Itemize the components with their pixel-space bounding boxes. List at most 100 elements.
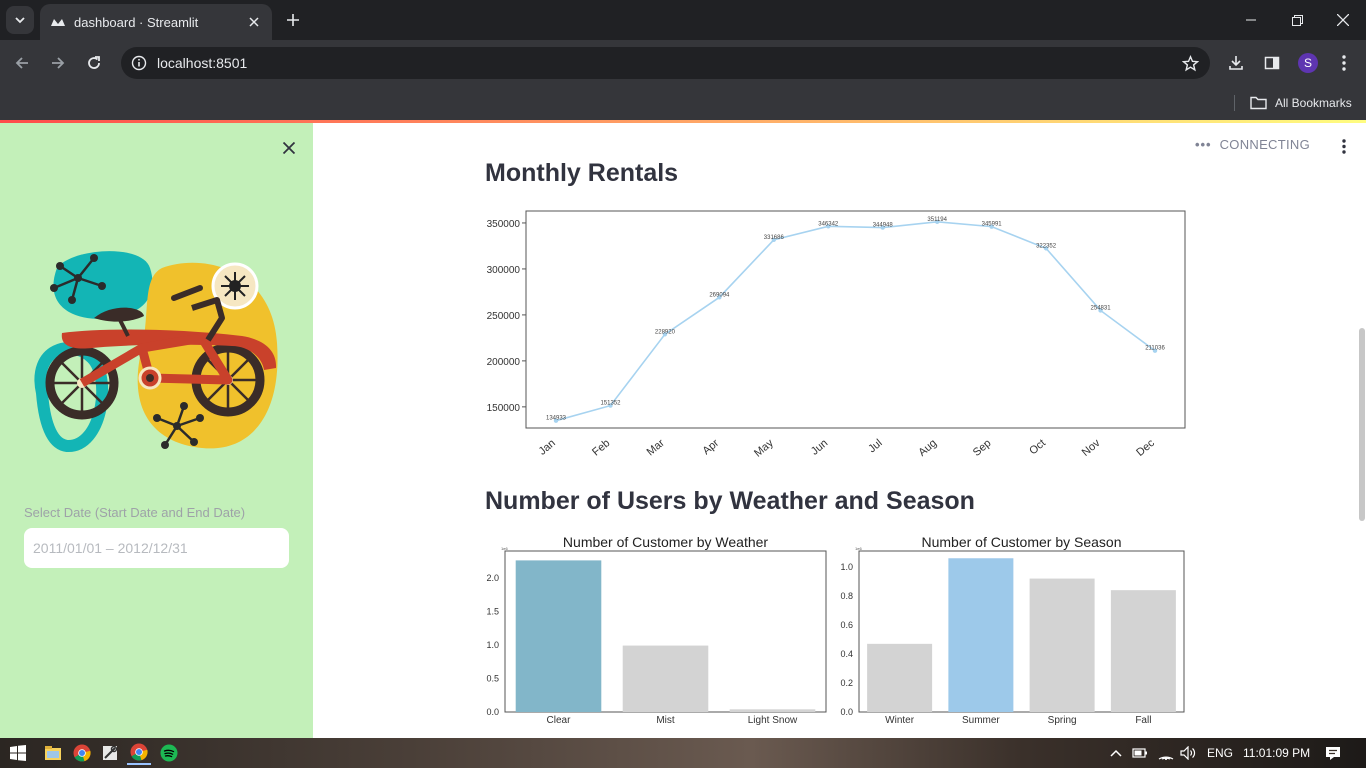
- arrow-right-icon: [52, 57, 65, 69]
- data-value-label: 351194: [927, 217, 947, 223]
- forward-button[interactable]: [44, 49, 72, 77]
- close-icon: [283, 142, 295, 154]
- wifi-tray-icon[interactable]: [1158, 738, 1174, 768]
- x-tick-label: Oct: [1027, 437, 1048, 457]
- windows-logo-icon: [10, 745, 26, 761]
- side-panel-icon: [1264, 56, 1280, 70]
- x-tick-label: Winter: [885, 715, 915, 726]
- wifi-icon: [1158, 756, 1174, 760]
- address-bar[interactable]: localhost:8501: [121, 47, 1210, 79]
- status-dots-icon: •••: [1194, 137, 1212, 152]
- x-tick-label: Summer: [962, 715, 1000, 726]
- y-tick-label: 1.0: [486, 640, 499, 650]
- y-tick-label: 150000: [487, 403, 521, 414]
- x-tick-label: Feb: [590, 437, 612, 458]
- sidebar: Select Date (Start Date and End Date) 20…: [0, 123, 313, 738]
- date-range-label: Select Date (Start Date and End Date): [24, 505, 246, 520]
- show-hidden-icons-button[interactable]: [1110, 738, 1122, 768]
- bar: [515, 560, 602, 712]
- close-window-button[interactable]: [1320, 0, 1366, 40]
- clock[interactable]: 11:01:09 PM: [1243, 738, 1310, 768]
- monthly-rentals-heading: Monthly Rentals: [485, 159, 679, 187]
- all-bookmarks-button[interactable]: All Bookmarks: [1250, 92, 1352, 114]
- downloads-button[interactable]: [1222, 49, 1250, 77]
- browser-tab-bar: dashboard · Streamlit: [0, 0, 1366, 40]
- y-scale-label: 1e6: [855, 546, 862, 551]
- users-weather-season-heading: Number of Users by Weather and Season: [485, 487, 975, 515]
- x-tick-label: Mar: [645, 437, 667, 459]
- back-button[interactable]: [8, 49, 36, 77]
- file-explorer-icon: [45, 746, 61, 760]
- weather-bar-chart: Number of Customer by Weather 1e6 0.0 0.5 1.…: [486, 534, 827, 726]
- y-tick-label: 0.4: [840, 649, 853, 659]
- x-tick-label: Mist: [656, 715, 675, 726]
- battery-tray-icon[interactable]: [1132, 738, 1148, 768]
- file-explorer-taskbar-item[interactable]: [41, 741, 65, 765]
- y-scale-label: 1e6: [501, 546, 508, 551]
- tab-close-icon[interactable]: [244, 12, 264, 32]
- monthly-rentals-chart: 150000 200000 250000 300000 350000 134933 Jan 1…: [487, 210, 1186, 460]
- data-value-label: 346342: [818, 221, 839, 227]
- page-scrollbar[interactable]: [1359, 328, 1365, 521]
- plus-icon: [287, 14, 299, 26]
- x-tick-label: Clear: [547, 715, 572, 726]
- app-menu-button[interactable]: [1335, 135, 1353, 157]
- notifications-button[interactable]: [1325, 738, 1341, 768]
- sidebar-close-button[interactable]: [278, 137, 300, 159]
- spotify-taskbar-item[interactable]: [157, 741, 181, 765]
- site-info-icon[interactable]: [121, 55, 157, 71]
- data-value-label: 254831: [1091, 305, 1112, 311]
- side-panel-button[interactable]: [1258, 49, 1286, 77]
- language-indicator[interactable]: ENG: [1207, 738, 1233, 768]
- tab-search-button[interactable]: [6, 6, 34, 34]
- tool-taskbar-item[interactable]: [98, 741, 122, 765]
- browser-menu-button[interactable]: [1330, 49, 1358, 77]
- start-button[interactable]: [6, 741, 30, 765]
- more-vertical-icon: [1342, 55, 1346, 71]
- minimize-button[interactable]: [1228, 0, 1274, 40]
- streamlit-favicon-icon: [50, 14, 66, 30]
- y-tick-label: 300000: [487, 265, 521, 276]
- data-value-label: 322352: [1036, 243, 1057, 249]
- tab-title: dashboard · Streamlit: [74, 14, 199, 30]
- main-content: ••• CONNECTING Monthly Rentals 150000 200…: [313, 123, 1366, 738]
- y-tick-label: 0.8: [840, 591, 853, 601]
- x-tick-label: Aug: [916, 437, 939, 459]
- bookmark-star-icon[interactable]: [1170, 54, 1210, 72]
- season-bar-chart: Number of Customer by Season 1e6 0.0 0.2 0.4…: [840, 534, 1185, 726]
- x-tick-label: Spring: [1048, 715, 1077, 726]
- bookmarks-bar: All Bookmarks: [0, 86, 1366, 120]
- x-tick-label: Jul: [866, 437, 884, 455]
- y-tick-label: 250000: [487, 311, 521, 322]
- y-tick-label: 0.6: [840, 620, 853, 630]
- all-bookmarks-label: All Bookmarks: [1275, 96, 1352, 110]
- bar: [948, 558, 1014, 712]
- browser-tab[interactable]: dashboard · Streamlit: [40, 4, 272, 40]
- spotify-icon: [160, 744, 178, 762]
- date-range-input[interactable]: 2011/01/01 – 2012/12/31: [24, 528, 289, 568]
- battery-icon: [1132, 748, 1147, 758]
- restore-button[interactable]: [1274, 0, 1320, 40]
- browser-toolbar: localhost:8501: [0, 40, 1366, 86]
- more-vertical-icon: [1342, 138, 1346, 154]
- reload-icon: [88, 56, 100, 69]
- data-value-label: 211036: [1145, 346, 1165, 352]
- x-tick-label: Jan: [537, 437, 558, 458]
- download-icon: [1229, 56, 1243, 70]
- x-tick-label: Dec: [1134, 437, 1157, 459]
- chrome-taskbar-item[interactable]: [70, 741, 94, 765]
- y-tick-label: 0.0: [840, 707, 853, 717]
- profile-avatar[interactable]: S: [1298, 53, 1318, 73]
- folder-icon: [1250, 96, 1267, 110]
- new-tab-button[interactable]: [282, 8, 304, 32]
- bookmarks-separator: [1234, 95, 1235, 111]
- bar: [1029, 578, 1095, 712]
- volume-tray-icon[interactable]: [1180, 738, 1196, 768]
- x-tick-label: Apr: [700, 437, 721, 457]
- chrome-icon: [130, 743, 148, 761]
- chrome-active-taskbar-item[interactable]: [127, 741, 151, 765]
- reload-button[interactable]: [80, 49, 108, 77]
- url-text[interactable]: localhost:8501: [157, 55, 1170, 71]
- y-tick-label: 0.0: [486, 707, 499, 717]
- close-icon: [1337, 14, 1349, 26]
